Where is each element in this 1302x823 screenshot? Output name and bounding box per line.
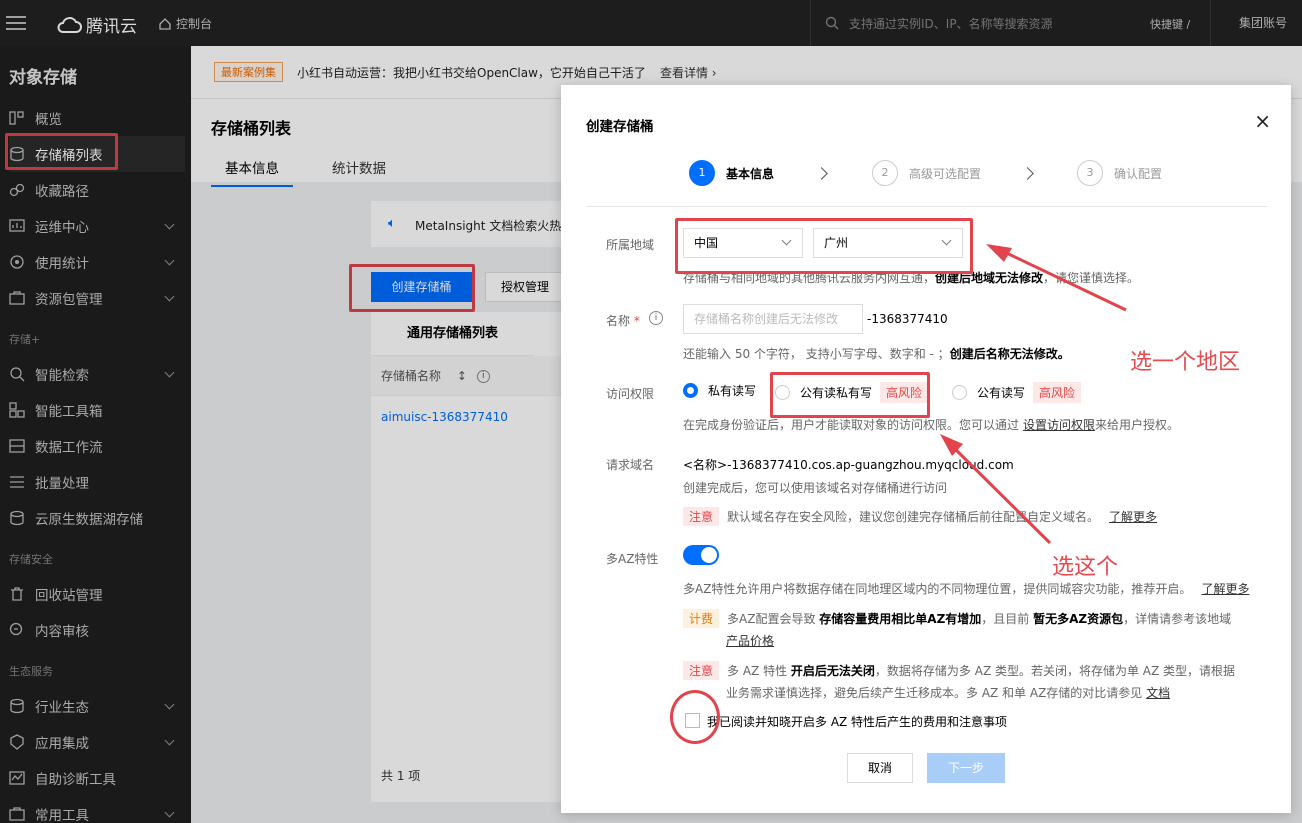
annotation-text-access: 选这个: [1052, 555, 1119, 580]
annotation-arrows: [940, 244, 1127, 545]
annotation-text-region: 选一个地区: [1130, 350, 1241, 375]
